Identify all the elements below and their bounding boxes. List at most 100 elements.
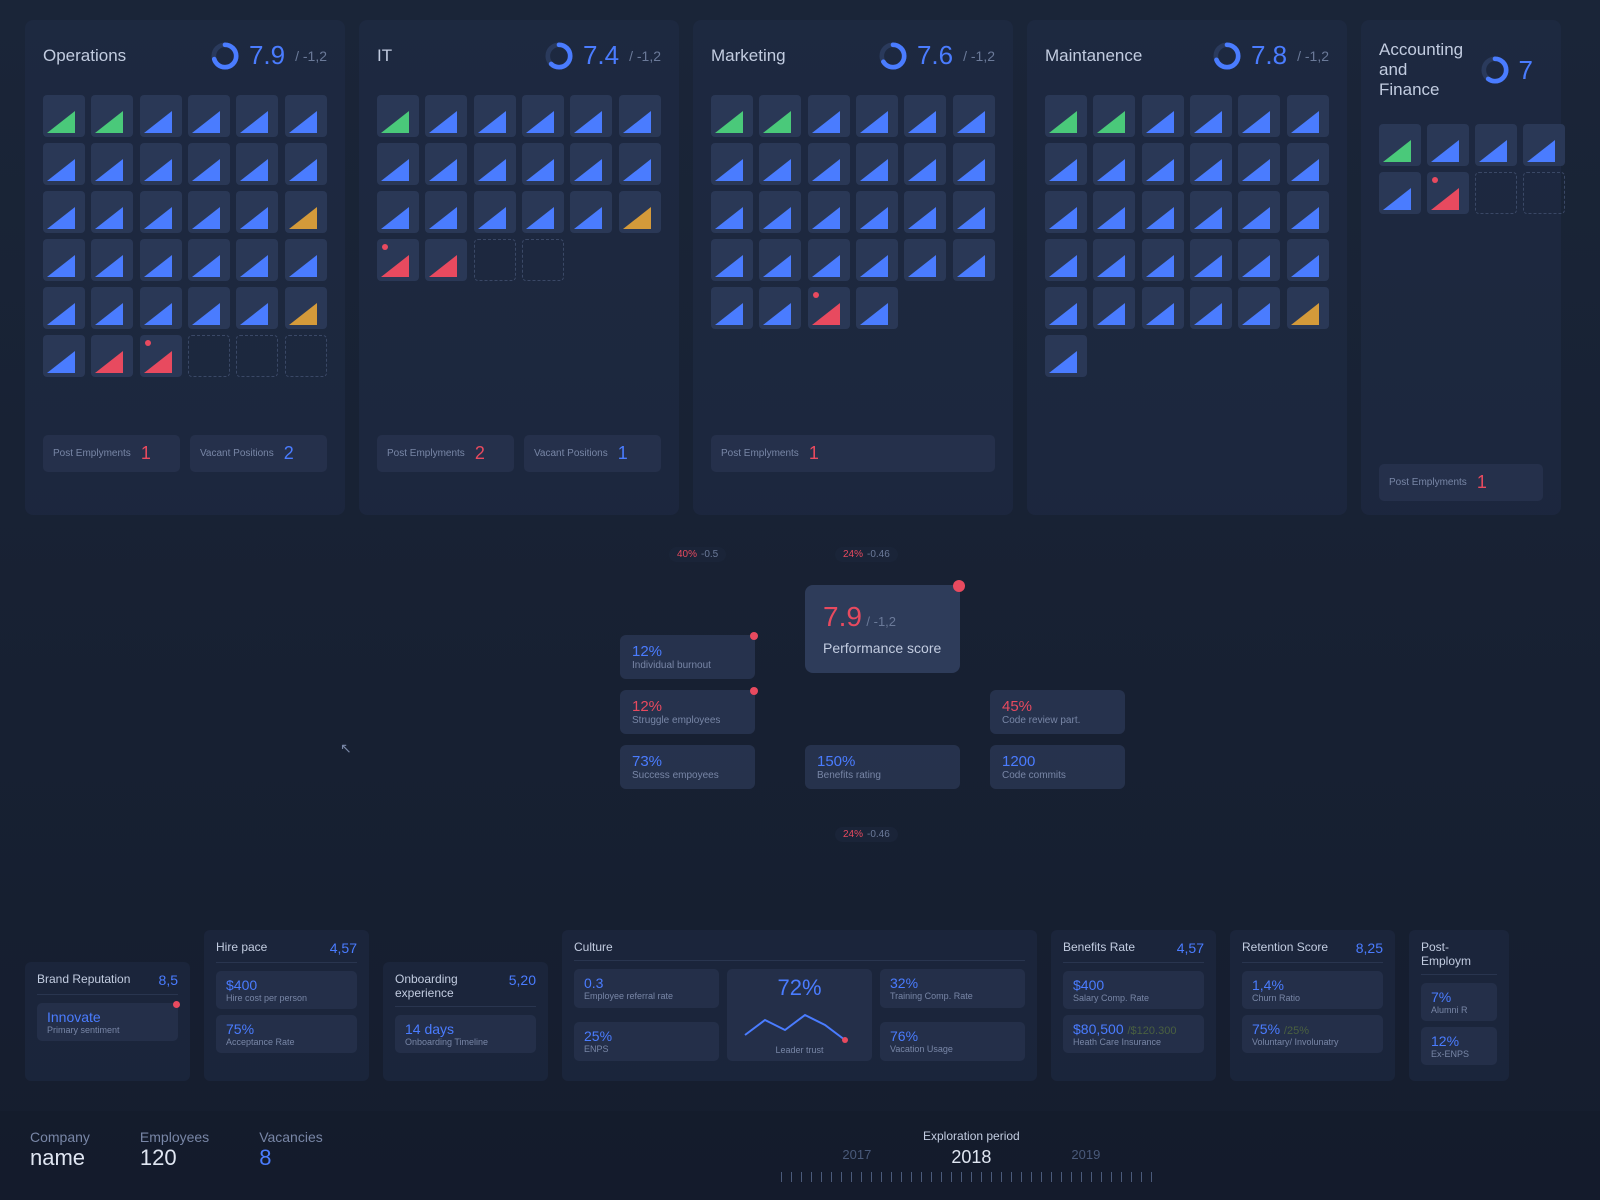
- employee-cell[interactable]: [188, 335, 230, 377]
- employee-cell[interactable]: [522, 143, 564, 185]
- employee-cell[interactable]: [1427, 172, 1469, 214]
- employee-cell[interactable]: [1045, 95, 1087, 137]
- employee-cell[interactable]: [1287, 95, 1329, 137]
- employee-cell[interactable]: [140, 95, 182, 137]
- employee-cell[interactable]: [236, 95, 278, 137]
- post-employments-box[interactable]: Post Emplyments2: [377, 435, 514, 472]
- metric-code-review-part-[interactable]: 45%Code review part.: [990, 690, 1125, 734]
- employee-cell[interactable]: [1475, 172, 1517, 214]
- employee-cell[interactable]: [904, 95, 946, 137]
- employee-cell[interactable]: [759, 143, 801, 185]
- employee-cell[interactable]: [856, 191, 898, 233]
- leader-trust-chart[interactable]: 72%Leader trust: [727, 969, 872, 1061]
- employee-cell[interactable]: [91, 335, 133, 377]
- employee-cell[interactable]: [236, 191, 278, 233]
- dept-maintanence[interactable]: Maintanence 7.8 / -1,2: [1027, 20, 1347, 515]
- metric-box[interactable]: 76%Vacation Usage: [880, 1022, 1025, 1061]
- employee-cell[interactable]: [188, 95, 230, 137]
- employee-cell[interactable]: [140, 287, 182, 329]
- employee-cell[interactable]: [91, 191, 133, 233]
- employee-cell[interactable]: [1142, 287, 1184, 329]
- employee-cell[interactable]: [856, 287, 898, 329]
- employee-cell[interactable]: [1093, 287, 1135, 329]
- employee-cell[interactable]: [43, 143, 85, 185]
- employee-cell[interactable]: [953, 143, 995, 185]
- summary-culture[interactable]: Culture0.3Employee referral rate72%Leade…: [562, 930, 1037, 1081]
- employee-cell[interactable]: [377, 239, 419, 281]
- metric-box[interactable]: 25%ENPS: [574, 1022, 719, 1061]
- employee-cell[interactable]: [188, 287, 230, 329]
- employee-cell[interactable]: [1238, 239, 1280, 281]
- employee-cell[interactable]: [1379, 172, 1421, 214]
- employee-cell[interactable]: [711, 191, 753, 233]
- employee-cell[interactable]: [285, 239, 327, 281]
- summary-benefits-rate[interactable]: Benefits Rate4,57$400Salary Comp. Rate$8…: [1051, 930, 1216, 1081]
- employee-cell[interactable]: [856, 239, 898, 281]
- employee-cell[interactable]: [1190, 95, 1232, 137]
- employee-cell[interactable]: [808, 191, 850, 233]
- dept-accounting-and-finance[interactable]: Accounting and Finance 7 Post Emplyments…: [1361, 20, 1561, 515]
- timeline-year[interactable]: 2018: [951, 1147, 991, 1168]
- employee-cell[interactable]: [91, 143, 133, 185]
- employee-cell[interactable]: [759, 287, 801, 329]
- employee-cell[interactable]: [619, 143, 661, 185]
- employee-cell[interactable]: [425, 239, 467, 281]
- employee-cell[interactable]: [1142, 239, 1184, 281]
- employee-cell[interactable]: [1287, 239, 1329, 281]
- employee-cell[interactable]: [285, 191, 327, 233]
- employee-cell[interactable]: [1142, 95, 1184, 137]
- metric-box[interactable]: 32%Training Comp. Rate: [880, 969, 1025, 1008]
- employee-cell[interactable]: [904, 239, 946, 281]
- metric-box[interactable]: 14 daysOnboarding Timeline: [395, 1015, 536, 1053]
- employee-cell[interactable]: [474, 239, 516, 281]
- employee-cell[interactable]: [1142, 143, 1184, 185]
- employee-cell[interactable]: [953, 95, 995, 137]
- employee-cell[interactable]: [91, 287, 133, 329]
- employee-cell[interactable]: [711, 287, 753, 329]
- employee-cell[interactable]: [377, 191, 419, 233]
- employee-cell[interactable]: [570, 191, 612, 233]
- employee-cell[interactable]: [1190, 191, 1232, 233]
- metric-box[interactable]: 75%Acceptance Rate: [216, 1015, 357, 1053]
- employee-cell[interactable]: [759, 191, 801, 233]
- employee-cell[interactable]: [91, 239, 133, 281]
- employee-cell[interactable]: [140, 239, 182, 281]
- employee-cell[interactable]: [285, 287, 327, 329]
- employee-cell[interactable]: [808, 239, 850, 281]
- metric-box[interactable]: $400Salary Comp. Rate: [1063, 971, 1204, 1009]
- metric-box[interactable]: 75% /25%Voluntary/ Involunatry: [1242, 1015, 1383, 1053]
- employee-cell[interactable]: [808, 287, 850, 329]
- metric-box[interactable]: 12%Ex-ENPS: [1421, 1027, 1497, 1065]
- employee-cell[interactable]: [1427, 124, 1469, 166]
- post-employments-box[interactable]: Post Emplyments1: [43, 435, 180, 472]
- employee-cell[interactable]: [188, 239, 230, 281]
- employee-cell[interactable]: [43, 287, 85, 329]
- employee-cell[interactable]: [377, 95, 419, 137]
- employee-cell[interactable]: [619, 95, 661, 137]
- post-employments-box[interactable]: Post Emplyments1: [711, 435, 995, 472]
- employee-cell[interactable]: [140, 191, 182, 233]
- employee-cell[interactable]: [522, 239, 564, 281]
- employee-cell[interactable]: [43, 191, 85, 233]
- employee-cell[interactable]: [711, 95, 753, 137]
- employee-cell[interactable]: [285, 143, 327, 185]
- employee-cell[interactable]: [1523, 172, 1565, 214]
- employee-cell[interactable]: [1045, 287, 1087, 329]
- employee-cell[interactable]: [140, 335, 182, 377]
- employee-cell[interactable]: [1093, 95, 1135, 137]
- vacant-positions-box[interactable]: Vacant Positions1: [524, 435, 661, 472]
- metric-benefits-rating[interactable]: 150%Benefits rating: [805, 745, 960, 789]
- employee-cell[interactable]: [43, 335, 85, 377]
- employee-cell[interactable]: [1287, 287, 1329, 329]
- employee-cell[interactable]: [953, 239, 995, 281]
- employee-cell[interactable]: [1190, 239, 1232, 281]
- metric-struggle-employees[interactable]: 12%Struggle employees: [620, 690, 755, 734]
- summary-onboarding-experience[interactable]: Onboarding experience5,2014 daysOnboardi…: [383, 962, 548, 1081]
- performance-score-card[interactable]: 7.9 / -1,2 Performance score: [805, 585, 960, 673]
- employee-cell[interactable]: [1238, 287, 1280, 329]
- employee-cell[interactable]: [1045, 239, 1087, 281]
- employee-cell[interactable]: [904, 191, 946, 233]
- employee-cell[interactable]: [1287, 143, 1329, 185]
- employee-cell[interactable]: [188, 143, 230, 185]
- employee-cell[interactable]: [808, 143, 850, 185]
